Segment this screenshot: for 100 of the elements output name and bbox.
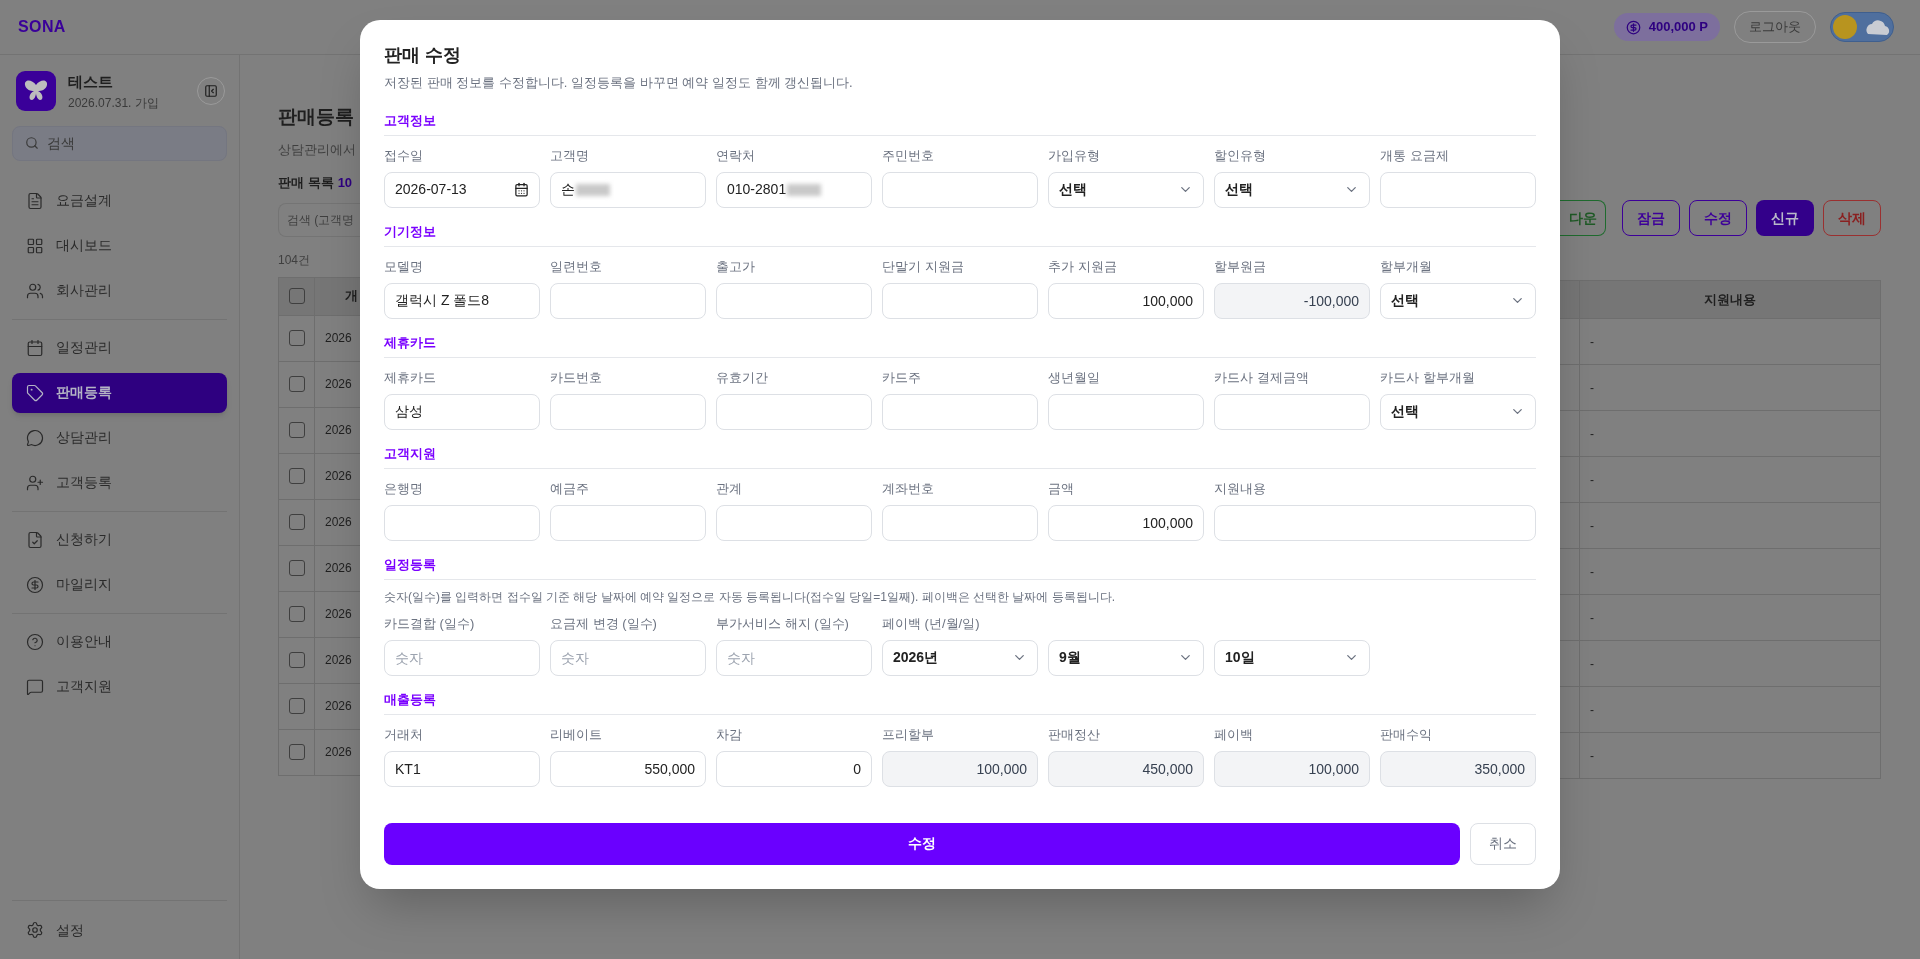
- input-field[interactable]: [1214, 393, 1370, 430]
- checkbox[interactable]: [288, 698, 305, 714]
- field-label: 연락처: [716, 147, 756, 165]
- input-field[interactable]: [882, 504, 1038, 541]
- nav-icon: [26, 530, 44, 549]
- field-label: 페이백: [1214, 726, 1254, 744]
- table-cell-text: -: [1590, 517, 1594, 535]
- checkbox[interactable]: [288, 376, 305, 392]
- table-cell-text: -: [1590, 563, 1594, 581]
- nav-icon: [26, 338, 44, 357]
- sidebar-item[interactable]: 회사관리: [12, 270, 227, 311]
- blurred-block-icon: [787, 183, 822, 196]
- input-field[interactable]: [384, 504, 540, 541]
- select-field[interactable]: 선택: [1048, 171, 1204, 208]
- input-field[interactable]: 갤럭시 Z 폴드8: [384, 282, 540, 319]
- input-field[interactable]: 숫자: [716, 639, 872, 676]
- checkbox[interactable]: [288, 422, 305, 438]
- input-field[interactable]: 손: [550, 171, 706, 208]
- checkbox[interactable]: [288, 652, 305, 668]
- input-field[interactable]: [882, 282, 1038, 319]
- theme-toggle[interactable]: [1830, 12, 1894, 42]
- checkbox[interactable]: [288, 514, 305, 530]
- select-field[interactable]: 선택: [1380, 393, 1536, 430]
- field-label: 생년월일: [1048, 369, 1101, 387]
- join-date: 2026.07.31. 가입: [68, 94, 160, 112]
- table-cell-text: 2026: [325, 652, 352, 669]
- date-field[interactable]: 2026-07-13: [384, 171, 540, 208]
- field-label: 출고가: [716, 258, 756, 276]
- input-field[interactable]: [716, 282, 872, 319]
- input-field[interactable]: [1048, 393, 1204, 430]
- field-label: 관계: [716, 480, 743, 498]
- table-cell-text: 2026: [325, 422, 352, 439]
- toolbar-button[interactable]: 신규: [1756, 200, 1814, 236]
- nav-icon: [26, 575, 44, 594]
- input-field[interactable]: [716, 504, 872, 541]
- select-field[interactable]: 2026년: [882, 639, 1038, 676]
- input-field[interactable]: [550, 393, 706, 430]
- input-field[interactable]: 100,000: [1048, 504, 1204, 541]
- input-field[interactable]: [550, 504, 706, 541]
- readonly-field[interactable]: 100,000: [882, 750, 1038, 787]
- input-field[interactable]: 100,000: [1048, 282, 1204, 319]
- select-field[interactable]: 선택: [1214, 171, 1370, 208]
- input-field[interactable]: 010-2801: [716, 171, 872, 208]
- input-field[interactable]: 숫자: [384, 639, 540, 676]
- input-field[interactable]: 0: [716, 750, 872, 787]
- page-title: 판매등록: [278, 105, 355, 129]
- input-field[interactable]: [716, 393, 872, 430]
- page-subtitle: 상담관리에서: [278, 140, 357, 159]
- input-field[interactable]: 삼성: [384, 393, 540, 430]
- field-label: 부가서비스 해지 (일수): [716, 615, 850, 633]
- sidebar-item[interactable]: 고객등록: [12, 462, 227, 503]
- readonly-field[interactable]: -100,000: [1214, 282, 1370, 319]
- sidebar-item[interactable]: 이용안내: [12, 621, 227, 662]
- input-field[interactable]: [882, 393, 1038, 430]
- input-field[interactable]: [550, 282, 706, 319]
- select-field[interactable]: 선택: [1380, 282, 1536, 319]
- list-count: 10: [337, 174, 353, 192]
- dialog-title: 판매 수정: [384, 44, 462, 67]
- field-label: 요금제 변경 (일수): [550, 615, 658, 633]
- field-label: 유효기간: [716, 369, 769, 387]
- readonly-field[interactable]: 350,000: [1380, 750, 1536, 787]
- sidebar-item[interactable]: 상담관리: [12, 417, 227, 458]
- checkbox[interactable]: [288, 744, 305, 760]
- checkbox[interactable]: [288, 560, 305, 576]
- field-label: 카드번호: [550, 369, 603, 387]
- field-label: 할부원금: [1214, 258, 1267, 276]
- select-field[interactable]: 10일: [1214, 639, 1370, 676]
- sidebar-item[interactable]: 요금설계: [12, 180, 227, 221]
- sidebar-item[interactable]: 마일리지: [12, 564, 227, 605]
- calendar-icon: [514, 182, 529, 197]
- settings-item[interactable]: 설정: [12, 915, 227, 945]
- input-field[interactable]: 숫자: [550, 639, 706, 676]
- sidebar-item[interactable]: 신청하기: [12, 519, 227, 560]
- submit-button[interactable]: 수정: [384, 822, 1460, 865]
- field-label: 판매정산: [1048, 726, 1101, 744]
- checkbox[interactable]: [288, 468, 305, 484]
- input-field[interactable]: 550,000: [550, 750, 706, 787]
- section-title: 기기정보: [384, 221, 1536, 247]
- checkbox[interactable]: [288, 288, 305, 304]
- field-label: 금액: [1048, 480, 1075, 498]
- checkbox[interactable]: [288, 330, 305, 346]
- sidebar-item[interactable]: 일정관리: [12, 327, 227, 368]
- field-label: 가입유형: [1048, 147, 1101, 165]
- butterfly-logo-icon: [16, 71, 56, 112]
- sidebar-item[interactable]: 고객지원: [12, 666, 227, 707]
- select-field[interactable]: 9월: [1048, 639, 1204, 676]
- input-field[interactable]: [1214, 504, 1536, 541]
- input-field[interactable]: KT1: [384, 750, 540, 787]
- readonly-field[interactable]: 450,000: [1048, 750, 1204, 787]
- nav-icon: [26, 632, 44, 651]
- sidebar-item[interactable]: 대시보드: [12, 225, 227, 266]
- cancel-button[interactable]: 취소: [1470, 822, 1536, 865]
- checkbox[interactable]: [288, 606, 305, 622]
- table-cell-text: -: [1590, 655, 1594, 673]
- readonly-field[interactable]: 100,000: [1214, 750, 1370, 787]
- section-note: 숫자(일수)를 입력하면 접수일 기준 해당 날짜에 예약 일정으로 자동 등록됩니다(접수일 당일=1일째). 페이백은 선택한 날짜에 등록됩니다.: [384, 589, 1116, 606]
- input-field[interactable]: [882, 171, 1038, 208]
- sidebar-item[interactable]: 판매등록: [12, 372, 227, 413]
- input-field[interactable]: [1380, 171, 1536, 208]
- field-label: 모델명: [384, 258, 424, 276]
